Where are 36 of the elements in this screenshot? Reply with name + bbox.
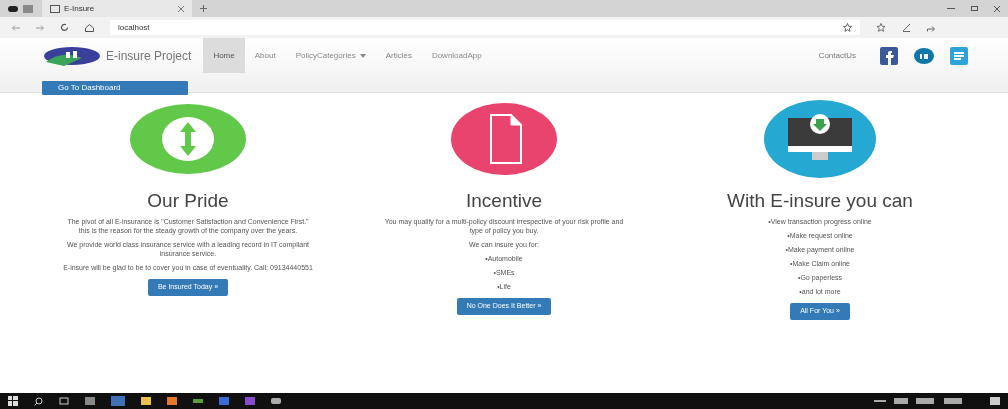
pen-icon[interactable] — [902, 23, 911, 32]
dashboard-button[interactable]: Go To Dashboard — [42, 81, 188, 95]
close-icon[interactable] — [994, 5, 1000, 12]
address-field[interactable]: localhost — [110, 20, 860, 35]
browser-tab[interactable]: E-Insure — [42, 0, 192, 17]
nav-dropdown[interactable]: PolicyCategories — [285, 38, 376, 73]
monitor-icon — [764, 100, 876, 178]
caret-icon — [359, 53, 366, 58]
feature-heading: Incentive — [465, 189, 542, 213]
nav-link[interactable]: Home — [203, 38, 245, 73]
page-icon — [50, 4, 60, 13]
facebook-icon[interactable] — [880, 46, 898, 65]
refresh-icon[interactable] — [60, 23, 69, 32]
brand-name[interactable]: E-insure Project — [106, 46, 192, 65]
nav-link[interactable]: DownloadApp — [421, 38, 492, 73]
arrows-icon — [130, 104, 246, 174]
document-icon — [451, 103, 557, 175]
tab-actions-icon[interactable] — [8, 3, 34, 14]
close-icon[interactable] — [178, 5, 184, 12]
nav-link[interactable]: Articles — [375, 38, 422, 73]
share-icon[interactable] — [927, 23, 937, 32]
star-icon[interactable] — [843, 23, 852, 32]
nav-link[interactable]: ContactUs — [818, 49, 856, 62]
home-icon[interactable] — [85, 23, 94, 32]
maximize-icon[interactable] — [971, 6, 978, 11]
search-icon[interactable] — [34, 396, 43, 406]
task-view-icon[interactable] — [59, 397, 69, 405]
feature-heading: With E-insure you can — [727, 189, 913, 213]
url-text: localhost — [118, 21, 150, 34]
feature-heading: Our Pride — [147, 189, 229, 213]
windows-icon[interactable] — [8, 396, 18, 406]
new-tab-icon[interactable] — [200, 5, 207, 12]
tab-title[interactable]: E-Insure — [64, 2, 95, 15]
app-icon[interactable] — [271, 398, 281, 404]
favorites-icon[interactable] — [876, 23, 886, 32]
nav-link[interactable]: About — [244, 38, 286, 73]
